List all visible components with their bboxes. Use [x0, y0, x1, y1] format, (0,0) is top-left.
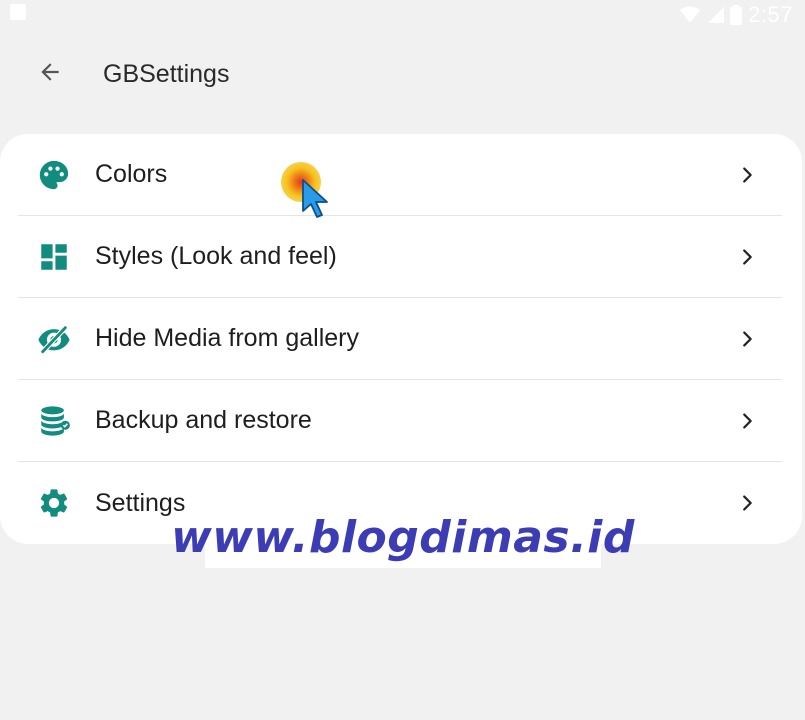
- chevron-right-icon: [732, 324, 762, 354]
- page-title: GBSettings: [103, 60, 230, 88]
- menu-item-hide-media[interactable]: Hide Media from gallery: [18, 298, 782, 380]
- chevron-right-icon: [732, 406, 762, 436]
- notification-icon: [10, 4, 26, 20]
- wifi-icon: [680, 6, 701, 23]
- status-time: 2:57: [748, 2, 793, 27]
- watermark-text: www.blogdimas.id: [171, 511, 635, 563]
- eye-off-icon: [35, 320, 73, 358]
- chevron-right-icon: [732, 160, 762, 190]
- gear-icon: [35, 484, 73, 522]
- dashboard-icon: [35, 238, 73, 276]
- chevron-right-icon: [732, 488, 762, 518]
- menu-item-backup[interactable]: Backup and restore: [18, 380, 782, 462]
- settings-card: Colors Styles (Look and feel) Hide Media…: [0, 134, 802, 544]
- menu-item-label: Hide Media from gallery: [95, 324, 359, 352]
- menu-item-styles[interactable]: Styles (Look and feel): [18, 216, 782, 298]
- app-bar: GBSettings: [0, 40, 805, 110]
- palette-icon: [35, 156, 73, 194]
- menu-item-label: Backup and restore: [95, 406, 312, 434]
- menu-item-colors[interactable]: Colors: [18, 134, 782, 216]
- status-icons: 2:57: [680, 0, 793, 30]
- status-bar: 2:57: [0, 0, 805, 30]
- back-button[interactable]: [28, 50, 72, 94]
- menu-item-label: Colors: [95, 160, 168, 188]
- watermark: www.blogdimas.id: [171, 506, 634, 568]
- battery-icon: [730, 5, 743, 25]
- menu-item-label: Styles (Look and feel): [95, 242, 337, 270]
- mouse-cursor-icon: [302, 179, 328, 218]
- chevron-right-icon: [732, 242, 762, 272]
- arrow-left-icon: [41, 63, 59, 81]
- database-icon: [35, 402, 73, 440]
- signal-icon: [708, 7, 725, 23]
